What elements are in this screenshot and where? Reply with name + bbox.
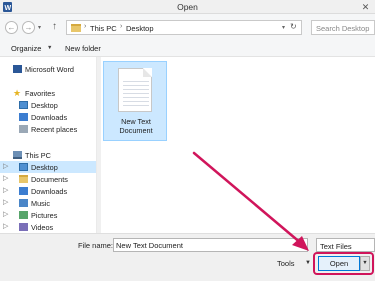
recent-locations-chevron-icon[interactable]: ▾ xyxy=(38,24,41,31)
sidebar-item-label: Pictures xyxy=(31,210,58,220)
sidebar-item-favorites[interactable]: ★ Favorites xyxy=(0,87,96,99)
file-list[interactable]: New Text Document xyxy=(101,57,375,233)
expand-arrow-icon[interactable]: ▷ xyxy=(3,162,8,170)
sidebar-item-desktop-selected[interactable]: ▷ Desktop xyxy=(0,161,96,173)
organize-button[interactable]: Organize xyxy=(11,44,41,53)
tools-button[interactable]: Tools xyxy=(277,259,295,268)
expand-arrow-icon[interactable]: ▷ xyxy=(3,186,8,194)
breadcrumb-separator[interactable]: › xyxy=(120,23,122,30)
star-icon: ★ xyxy=(13,88,22,98)
recent-places-icon xyxy=(19,125,28,133)
breadcrumb-separator[interactable]: › xyxy=(84,23,86,30)
file-item-new-text-document[interactable]: New Text Document xyxy=(103,61,167,141)
forward-button[interactable]: → xyxy=(22,21,35,34)
file-type-select[interactable]: Text Files xyxy=(316,238,375,252)
sidebar-item-label: Music xyxy=(31,198,51,208)
file-name-dropdown-icon[interactable]: ▼ xyxy=(298,242,303,248)
sidebar-item-microsoft-word[interactable]: Microsoft Word xyxy=(0,63,96,75)
tools-caret-icon[interactable]: ▼ xyxy=(305,260,311,266)
toolbar: Organize ▼ New folder xyxy=(0,40,375,57)
pictures-icon xyxy=(19,211,28,219)
sidebar-item-label: Documents xyxy=(31,174,68,184)
navigation-bar: ← → ▾ ↑ › This PC › Desktop ▾ ↻ Search D… xyxy=(0,14,375,40)
title-bar: W Open ✕ xyxy=(0,0,375,14)
expand-arrow-icon[interactable]: ▷ xyxy=(3,174,8,182)
desktop-icon xyxy=(19,101,28,109)
computer-icon xyxy=(13,151,22,159)
sidebar-item-label: Videos xyxy=(31,222,54,232)
expand-arrow-icon[interactable]: ▷ xyxy=(3,210,8,218)
videos-icon xyxy=(19,223,28,231)
file-name-label: New Text Document xyxy=(119,117,153,135)
sidebar-item-documents[interactable]: ▷ Documents xyxy=(0,173,96,185)
sidebar-item-label: Microsoft Word xyxy=(25,64,74,74)
sidebar-item-label: Favorites xyxy=(25,88,56,98)
expand-arrow-icon[interactable]: ▷ xyxy=(3,222,8,230)
sidebar-item-label: Downloads xyxy=(31,112,68,122)
navigation-pane: Microsoft Word ★ Favorites Desktop Downl… xyxy=(0,57,97,233)
sidebar-item-downloads-pc[interactable]: ▷ Downloads xyxy=(0,185,96,197)
window-title: Open xyxy=(177,2,198,12)
downloads-icon xyxy=(19,113,28,121)
sidebar-item-label: Downloads xyxy=(31,186,68,196)
refresh-icon[interactable]: ↻ xyxy=(290,22,297,31)
sidebar-item-videos[interactable]: ▷ Videos xyxy=(0,221,96,233)
breadcrumb-desktop[interactable]: Desktop xyxy=(126,24,154,33)
word-icon xyxy=(13,65,22,73)
text-document-icon xyxy=(118,68,152,112)
annotation-highlight-box xyxy=(313,252,374,275)
file-name-input[interactable] xyxy=(113,238,308,252)
breadcrumb-this-pc[interactable]: This PC xyxy=(90,24,117,33)
sidebar-item-label: Recent places xyxy=(31,124,78,134)
documents-icon xyxy=(19,175,28,183)
sidebar-item-recent-places[interactable]: Recent places xyxy=(0,123,96,135)
dialog-footer: File name: ▼ Text Files Tools ▼ Open ▼ xyxy=(0,233,375,281)
organize-caret-icon[interactable]: ▼ xyxy=(47,45,52,51)
sidebar-item-downloads[interactable]: Downloads xyxy=(0,111,96,123)
downloads-icon xyxy=(19,187,28,195)
address-bar[interactable]: › This PC › Desktop ▾ xyxy=(66,20,302,35)
search-input[interactable]: Search Desktop xyxy=(311,20,375,35)
sidebar-item-label: Desktop xyxy=(31,162,58,172)
sidebar-item-pictures[interactable]: ▷ Pictures xyxy=(0,209,96,221)
sidebar-item-label: Desktop xyxy=(31,100,58,110)
music-icon xyxy=(19,199,28,207)
new-folder-button[interactable]: New folder xyxy=(65,44,101,53)
back-button[interactable]: ← xyxy=(5,21,18,34)
sidebar-item-music[interactable]: ▷ Music xyxy=(0,197,96,209)
address-dropdown-icon[interactable]: ▾ xyxy=(282,24,285,31)
close-button[interactable]: ✕ xyxy=(359,2,372,12)
sidebar-item-this-pc[interactable]: This PC xyxy=(0,149,96,161)
folder-icon xyxy=(71,24,81,32)
file-name-label: File name: xyxy=(78,241,114,250)
sidebar-item-label: This PC xyxy=(25,150,51,160)
sidebar-item-desktop[interactable]: Desktop xyxy=(0,99,96,111)
expand-arrow-icon[interactable]: ▷ xyxy=(3,198,8,206)
up-arrow-icon[interactable]: ↑ xyxy=(52,21,57,33)
desktop-icon xyxy=(19,163,28,171)
